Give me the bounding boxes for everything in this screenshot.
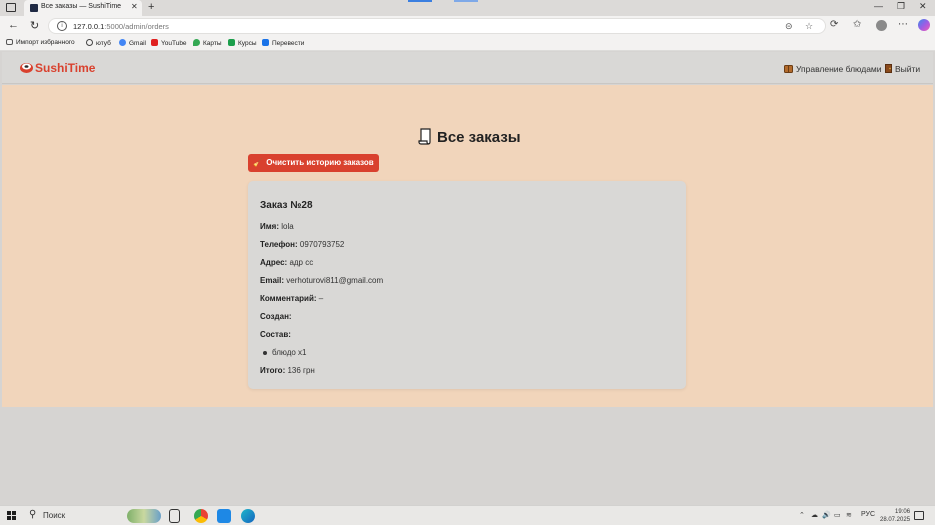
bookmark-youtube-folder[interactable]: ютуб [86, 39, 111, 47]
back-icon[interactable]: ← [8, 19, 19, 31]
taskbar-search[interactable]: Поиск [43, 511, 65, 520]
task-view-icon[interactable] [169, 509, 180, 523]
order-created: Создан: [260, 312, 292, 321]
import-icon [6, 39, 13, 45]
clock-date: 28.07.2025 [880, 517, 911, 523]
order-name: Имя: lola [260, 222, 294, 231]
bookmark-gmail[interactable]: Gmail [119, 39, 146, 47]
site-logo[interactable]: SushiTime [35, 61, 95, 75]
clear-history-button[interactable]: 🧹 Очистить историю заказов [248, 154, 379, 172]
workspaces-icon[interactable] [6, 3, 16, 12]
favorites-icon[interactable]: ✩ [853, 19, 861, 30]
order-card: Заказ №28 Имя: lola Телефон: 0970793752 … [248, 181, 686, 389]
order-title: Заказ №28 [260, 200, 313, 211]
bookmark-courses[interactable]: Курсы [228, 39, 257, 47]
bookmarks-bar: Импорт избранного ютуб Gmail YouTube Кар… [0, 36, 935, 51]
browser-tab[interactable]: Все заказы — SushiTime ✕ [24, 0, 142, 16]
bookmark-translate[interactable]: Перевести [262, 39, 304, 47]
broom-icon: 🧹 [253, 158, 264, 167]
tray-battery-icon[interactable]: ▭ [834, 511, 841, 519]
window-close-icon[interactable]: ✕ [919, 1, 927, 12]
tray-volume-icon[interactable]: 🔊 [822, 511, 831, 519]
door-icon [885, 64, 892, 73]
new-tab-icon[interactable]: + [148, 1, 154, 13]
favorite-star-icon[interactable]: ☆ [805, 21, 813, 32]
search-icon[interactable]: ⚲ [29, 509, 36, 520]
sushi-logo-icon[interactable] [19, 60, 34, 74]
tray-chevron-icon[interactable]: ⌃ [799, 511, 805, 519]
tab-title: Все заказы — SushiTime [41, 3, 122, 10]
nav-logout[interactable]: Выйти [885, 64, 920, 74]
book-icon [784, 65, 793, 73]
order-total: Итого: 136 грн [260, 366, 315, 375]
notifications-icon[interactable] [914, 511, 924, 520]
order-address: Адрес: адр сс [260, 258, 314, 267]
chrome-icon[interactable] [194, 509, 208, 523]
receipt-icon [418, 128, 431, 145]
address-bar-row: ← ↻ i 127.0.0.1:5000/admin/orders ⊝ ☆ ⟳ … [0, 16, 935, 36]
address-bar[interactable]: i 127.0.0.1:5000/admin/orders ⊝ ☆ [48, 18, 826, 34]
globe-icon [86, 39, 93, 46]
nav-manage-dishes[interactable]: Управление блюдами [784, 64, 882, 74]
minimize-icon[interactable]: — [874, 1, 883, 11]
tab-indicator [408, 0, 432, 2]
bookmark-import[interactable]: Импорт избранного [6, 39, 75, 46]
restore-icon[interactable]: ❐ [897, 1, 905, 12]
google-icon [119, 39, 126, 46]
translate-icon [262, 39, 269, 46]
windows-start-icon[interactable] [7, 511, 17, 521]
copilot-icon[interactable] [918, 19, 930, 31]
extensions-icon[interactable]: ⟳ [830, 19, 838, 30]
order-comment: Комментарий: – [260, 294, 324, 303]
tray-wifi-icon[interactable]: ≋ [846, 511, 852, 519]
clock-time: 19:06 [895, 509, 911, 515]
bookmark-youtube[interactable]: YouTube [151, 39, 187, 47]
browser-tab-strip: Все заказы — SushiTime ✕ + — ❐ ✕ [0, 0, 935, 16]
more-menu-icon[interactable]: ⋯ [898, 19, 908, 30]
order-phone: Телефон: 0970793752 [260, 240, 345, 249]
reader-view-icon[interactable]: ⊝ [785, 21, 793, 32]
order-items-label: Состав: [260, 330, 291, 339]
reload-icon[interactable]: ↻ [30, 19, 39, 32]
tab-indicator-secondary [454, 0, 478, 2]
tray-cloud-icon[interactable]: ☁ [811, 511, 818, 519]
profile-avatar[interactable] [876, 20, 887, 31]
taskbar-clock[interactable]: 19:06 28.07.2025 [880, 508, 910, 524]
page-title: Все заказы [418, 128, 521, 146]
tab-favicon-icon [30, 4, 38, 12]
page-blank-area [2, 407, 933, 505]
youtube-icon [151, 39, 158, 46]
tab-close-icon[interactable]: ✕ [131, 2, 138, 11]
taskbar: ⚲ Поиск ⌃ ☁ 🔊 ▭ ≋ РУС 19:06 28.07.2025 [0, 505, 935, 525]
list-item: блюдо x1 [272, 348, 307, 357]
tray-language[interactable]: РУС [861, 511, 875, 518]
courses-icon [228, 39, 235, 46]
bookmark-maps[interactable]: Карты [193, 39, 222, 47]
list-bullet [263, 351, 267, 355]
maps-pin-icon [193, 39, 200, 46]
site-info-icon[interactable]: i [57, 21, 67, 31]
order-email: Email: verhoturovi811@gmail.com [260, 276, 384, 285]
widgets-icon[interactable] [127, 509, 161, 523]
edge-icon[interactable] [241, 509, 255, 523]
url-text[interactable]: 127.0.0.1:5000/admin/orders [73, 22, 169, 31]
vscode-icon[interactable] [217, 509, 231, 523]
site-header: SushiTime Управление блюдами Выйти [2, 52, 933, 84]
